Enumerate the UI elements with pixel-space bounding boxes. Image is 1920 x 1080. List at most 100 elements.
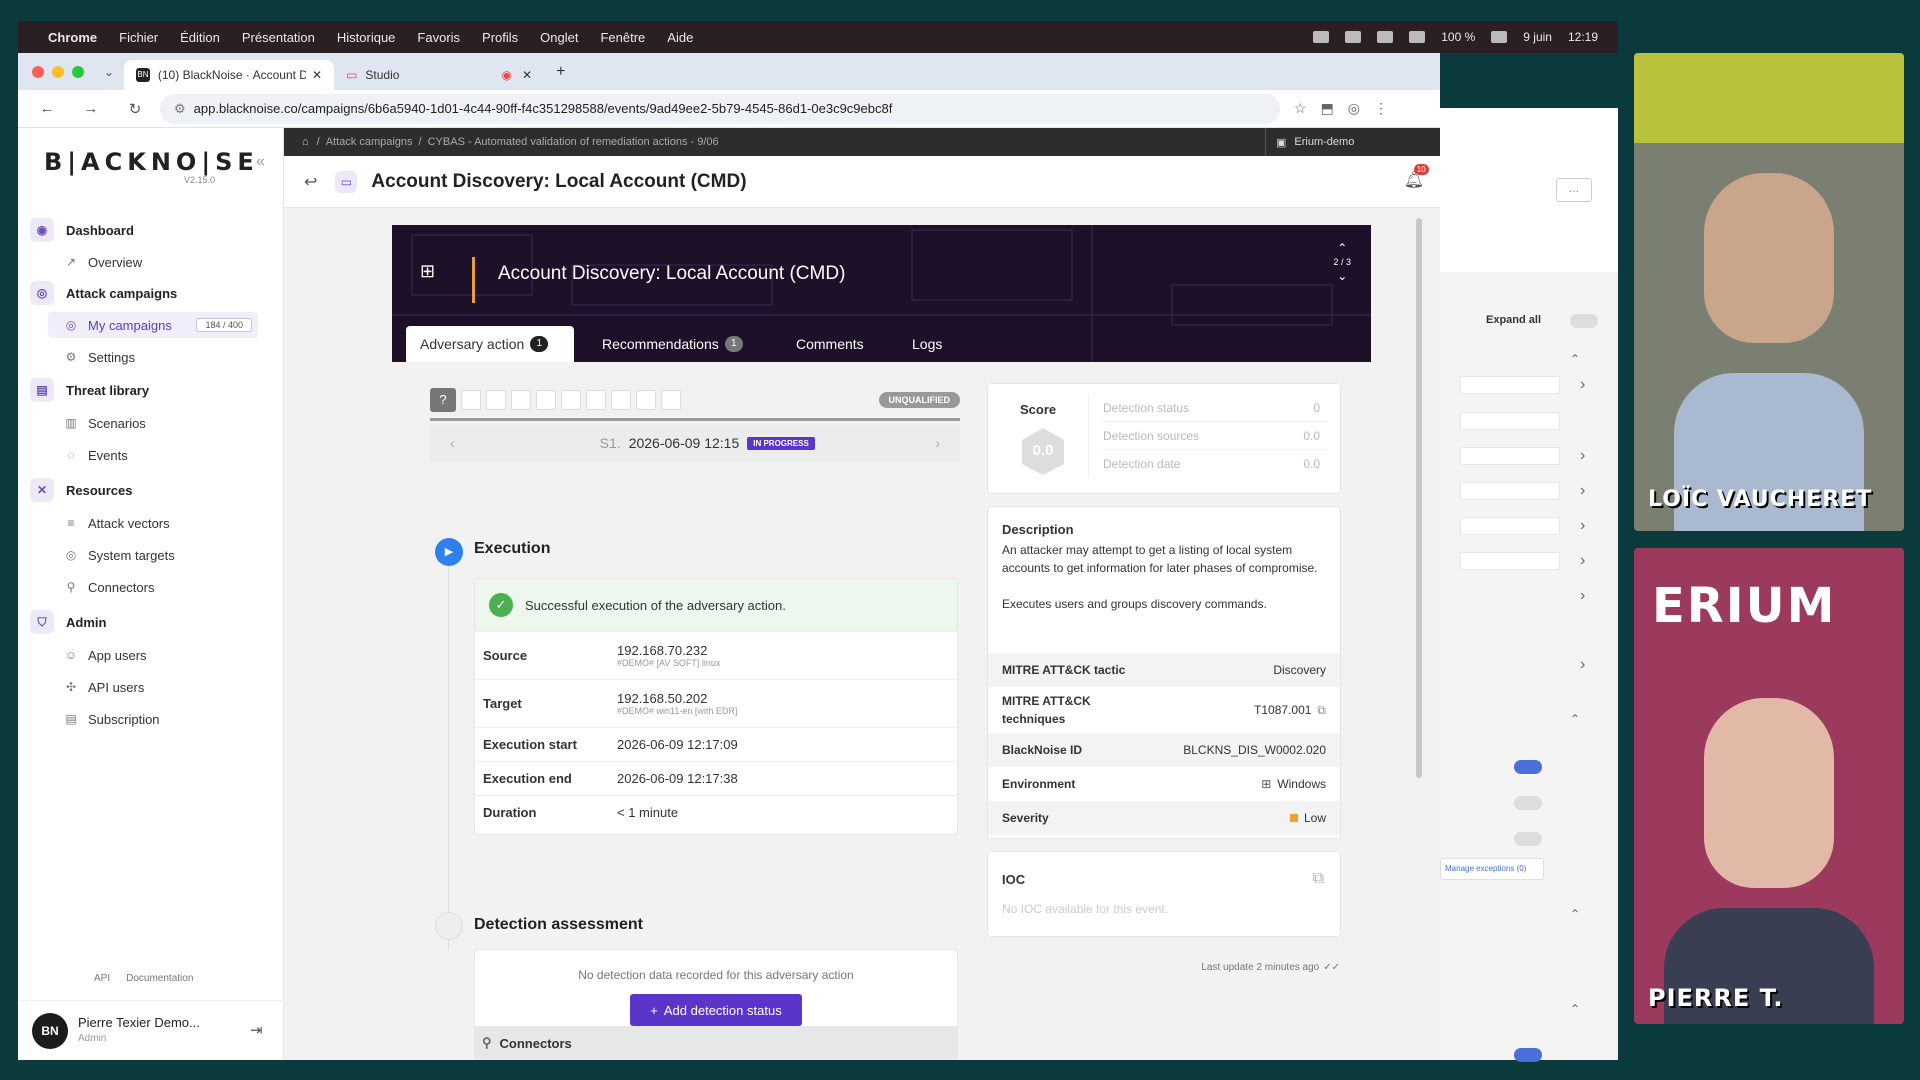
- step-square[interactable]: [611, 390, 631, 410]
- select-field[interactable]: [1460, 412, 1560, 430]
- chevron-up-icon[interactable]: ⌃: [1570, 1002, 1580, 1016]
- tab-adversary-action[interactable]: Adversary action 1: [406, 326, 574, 362]
- select-field[interactable]: [1460, 517, 1560, 535]
- chevron-up-icon[interactable]: ⌃: [1570, 712, 1580, 726]
- chevron-right-icon[interactable]: ›: [1580, 482, 1585, 500]
- menu-historique[interactable]: Historique: [337, 30, 396, 45]
- connectors-section[interactable]: ⚲ Connectors: [474, 1026, 958, 1060]
- chevron-up-icon[interactable]: ⌃: [1570, 907, 1580, 921]
- menu-aide[interactable]: Aide: [667, 30, 693, 45]
- cloud-icon[interactable]: [1345, 31, 1362, 43]
- menu-icon[interactable]: ⋮: [1374, 100, 1388, 117]
- close-tab-icon[interactable]: ✕: [522, 68, 532, 82]
- select-field[interactable]: [1460, 447, 1560, 465]
- toggle-off[interactable]: [1514, 832, 1542, 846]
- sidebar-group-attack-campaigns[interactable]: ◎ Attack campaigns: [30, 281, 177, 305]
- prev-step-icon[interactable]: ‹: [450, 435, 455, 451]
- collapse-sidebar-icon[interactable]: «: [256, 153, 265, 171]
- extensions-icon[interactable]: ⬒: [1321, 100, 1334, 117]
- menu-fichier[interactable]: Fichier: [119, 30, 158, 45]
- step-square[interactable]: [461, 390, 481, 410]
- menu-fenetre[interactable]: Fenêtre: [600, 30, 645, 45]
- menu-favoris[interactable]: Favoris: [417, 30, 460, 45]
- back-icon[interactable]: ←: [32, 100, 62, 117]
- tab-recommendations[interactable]: Recommendations 1: [602, 326, 743, 362]
- blacknoise-logo[interactable]: B|ACKNO|SE: [44, 148, 259, 176]
- documentation-link[interactable]: Documentation: [126, 973, 193, 984]
- site-info-icon[interactable]: ⚙: [174, 101, 186, 117]
- step-square[interactable]: [661, 390, 681, 410]
- step-square[interactable]: [536, 390, 556, 410]
- menu-presentation[interactable]: Présentation: [242, 30, 315, 45]
- toggle-off[interactable]: [1514, 796, 1542, 810]
- sidebar-item-scenarios[interactable]: ▥ Scenarios: [48, 410, 258, 436]
- sidebar-group-admin[interactable]: ⛉ Admin: [30, 610, 106, 634]
- sidebar-item-attack-vectors[interactable]: ≡ Attack vectors: [48, 510, 258, 536]
- sidebar-group-threat-library[interactable]: ▤ Threat library: [30, 378, 149, 402]
- step-square[interactable]: [636, 390, 656, 410]
- browser-tab-blacknoise[interactable]: BN (10) BlackNoise · Account Di ✕: [124, 60, 335, 90]
- chevron-right-icon[interactable]: ›: [1580, 587, 1585, 605]
- api-link[interactable]: API: [94, 973, 110, 984]
- sidebar-item-events[interactable]: ◌ Events: [48, 442, 258, 468]
- select-field[interactable]: [1460, 552, 1560, 570]
- chevron-right-icon[interactable]: ›: [1580, 552, 1585, 570]
- pager-down-icon[interactable]: ⌄: [1333, 269, 1351, 283]
- source-ip[interactable]: 192.168.70.232: [617, 643, 720, 658]
- forward-icon[interactable]: →: [76, 100, 106, 117]
- menu-onglet[interactable]: Onglet: [540, 30, 578, 45]
- step-square[interactable]: [586, 390, 606, 410]
- sidebar-item-api-users[interactable]: ✣ API users: [48, 674, 258, 700]
- toggle-on[interactable]: [1514, 760, 1542, 774]
- next-step-icon[interactable]: ›: [935, 435, 940, 451]
- step-square[interactable]: [511, 390, 531, 410]
- sidebar-item-my-campaigns[interactable]: ◎ My campaigns 184 / 400: [48, 312, 258, 338]
- url-field[interactable]: ⚙ app.blacknoise.co/campaigns/6b6a5940-1…: [160, 93, 1280, 124]
- sidebar-item-overview[interactable]: ↗ Overview: [48, 249, 258, 275]
- copy-icon[interactable]: ⧉: [1317, 703, 1326, 718]
- detail-value[interactable]: T1087.001: [1254, 703, 1311, 717]
- logout-icon[interactable]: ⇥: [250, 1021, 263, 1039]
- chevron-right-icon[interactable]: ›: [1580, 517, 1585, 535]
- sidebar-item-system-targets[interactable]: ◎ System targets: [48, 542, 258, 568]
- step-square[interactable]: [561, 390, 581, 410]
- target-ip[interactable]: 192.168.50.202: [617, 691, 737, 706]
- manage-exceptions-button[interactable]: Manage exceptions (0): [1440, 858, 1544, 880]
- sidebar-group-dashboard[interactable]: ◉ Dashboard: [30, 218, 134, 242]
- more-button[interactable]: ...: [1556, 178, 1592, 202]
- volume-icon[interactable]: [1377, 31, 1394, 43]
- tab-comments[interactable]: Comments: [796, 326, 864, 362]
- wifi-icon[interactable]: [1409, 31, 1426, 43]
- breadcrumb-attack-campaigns[interactable]: Attack campaigns: [326, 136, 413, 148]
- workspace-selector[interactable]: ▣ Erium-demo: [1265, 128, 1440, 156]
- tab-logs[interactable]: Logs: [912, 326, 942, 362]
- new-tab-button[interactable]: +: [556, 63, 565, 81]
- step-square[interactable]: [486, 390, 506, 410]
- search-icon[interactable]: [1491, 31, 1508, 43]
- tab-list-icon[interactable]: ⌄: [104, 65, 114, 79]
- chevron-right-icon[interactable]: ›: [1580, 447, 1585, 465]
- select-field[interactable]: [1460, 482, 1560, 500]
- add-detection-status-button[interactable]: + Add detection status: [630, 994, 802, 1026]
- sidebar-item-connectors[interactable]: ⚲ Connectors: [48, 574, 258, 600]
- zoom-window-button[interactable]: [72, 65, 84, 78]
- star-icon[interactable]: ☆: [1294, 100, 1307, 117]
- back-icon[interactable]: ↩: [304, 172, 317, 192]
- browser-tab-studio[interactable]: ▭ Studio ◉ ✕: [334, 60, 544, 90]
- unknown-step-icon[interactable]: ?: [430, 388, 456, 412]
- pager-up-icon[interactable]: ⌃: [1333, 241, 1351, 255]
- bell-icon[interactable]: 🔔︎ 10: [1404, 164, 1429, 190]
- menu-profils[interactable]: Profils: [482, 30, 518, 45]
- scrollbar[interactable]: [1416, 218, 1422, 778]
- copy-icon[interactable]: ⧉: [1313, 870, 1324, 888]
- close-tab-icon[interactable]: ✕: [312, 68, 322, 82]
- select-field[interactable]: [1460, 376, 1560, 394]
- sidebar-item-settings[interactable]: ⚙ Settings: [48, 344, 258, 370]
- minimize-window-button[interactable]: [52, 65, 64, 78]
- breadcrumb-campaign[interactable]: CYBAS - Automated validation of remediat…: [428, 136, 719, 148]
- profile-icon[interactable]: ◎: [1348, 100, 1360, 117]
- chevron-right-icon[interactable]: ›: [1580, 376, 1585, 394]
- chevron-up-icon[interactable]: ⌃: [1570, 352, 1580, 366]
- screen-icon[interactable]: [1313, 31, 1330, 43]
- menu-chrome[interactable]: Chrome: [48, 30, 97, 45]
